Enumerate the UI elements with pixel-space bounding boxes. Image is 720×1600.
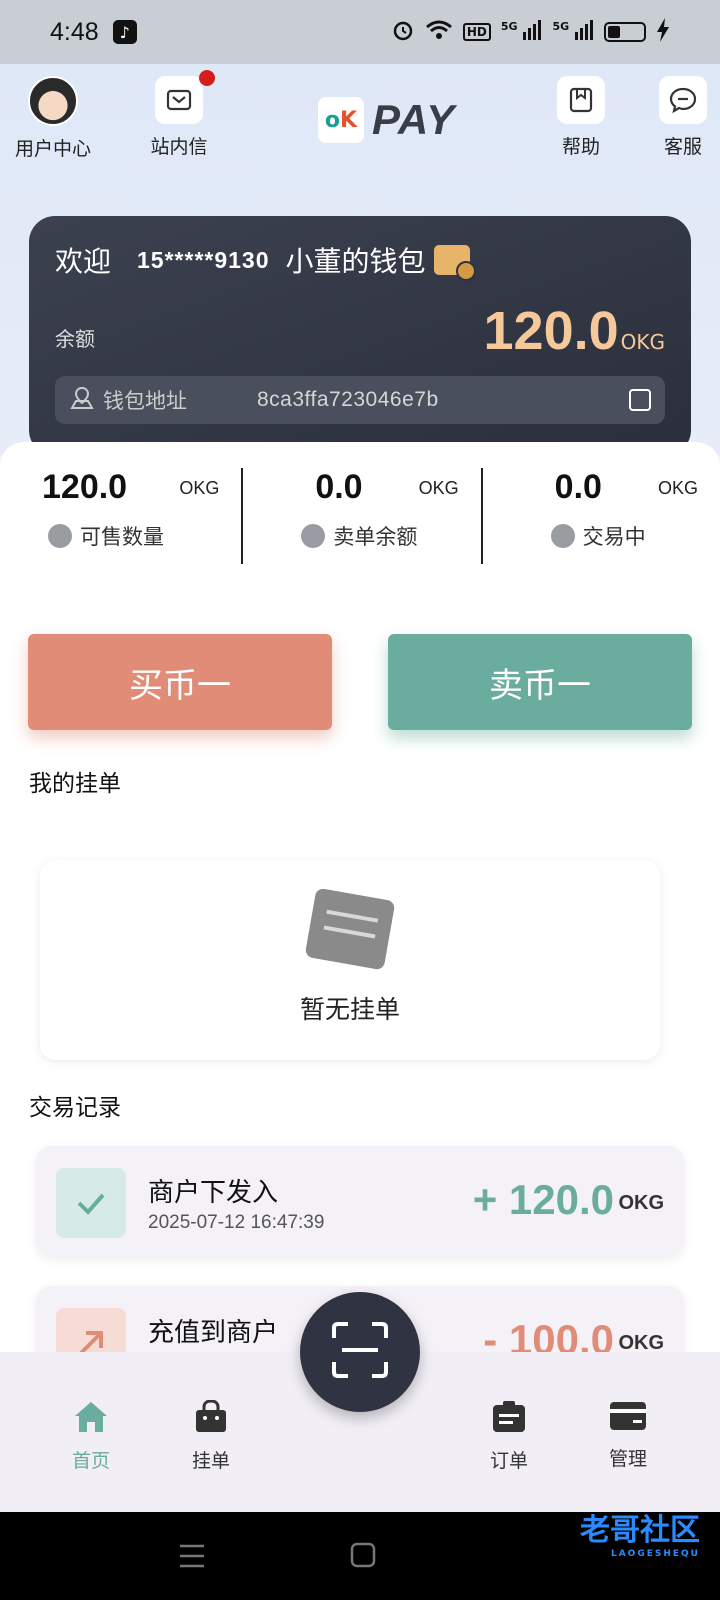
balance-unit: OKG <box>620 330 665 354</box>
menu-icon[interactable] <box>178 1542 206 1574</box>
stat-label: 卖单余额 <box>333 525 418 549</box>
trading-icon <box>550 524 575 548</box>
wallet-phone: 15*****9130 <box>137 246 270 273</box>
nav-orders-label: 订单 <box>489 1450 528 1472</box>
location-pin-icon <box>69 386 95 415</box>
help-label: 帮助 <box>561 136 600 158</box>
record-amount: + 120.0 <box>472 1176 614 1223</box>
welcome-text: 欢迎 <box>55 245 112 278</box>
help-button[interactable]: 帮助 <box>536 76 626 159</box>
sellable-icon <box>48 524 72 548</box>
stat-unit: OKG <box>418 478 459 498</box>
hd-icon: HD <box>462 23 491 41</box>
top-nav: 用户中心 站内信 oK PAY 帮助 客服 <box>0 70 720 166</box>
mail-icon <box>155 70 215 124</box>
verified-id-icon <box>433 245 476 281</box>
record-amount: - 100.0 <box>483 1316 614 1352</box>
empty-orders-card: 暂无挂单 <box>40 860 660 1060</box>
nav-home-label: 首页 <box>71 1450 110 1472</box>
record-unit: OKG <box>618 1332 664 1352</box>
sell-coin-button[interactable]: 卖币一 <box>388 634 692 730</box>
wallet-card: 欢迎 15*****9130 小董的钱包 余额 120.0 OKG 钱包地址 8c… <box>29 216 691 456</box>
chat-bubble-icon <box>659 76 707 124</box>
avatar <box>28 76 78 126</box>
nav-manage[interactable]: 管理 <box>588 1400 668 1471</box>
stat-label: 可售数量 <box>80 525 164 549</box>
nav-listing-label: 挂单 <box>191 1450 230 1472</box>
ok-logo-icon: oK <box>318 97 364 143</box>
nav-manage-label: 管理 <box>608 1448 647 1470</box>
record-time: 2025-07-12 16:47:39 <box>148 1212 325 1233</box>
support-label: 客服 <box>663 136 702 158</box>
balance-label: 余额 <box>55 327 95 351</box>
charging-icon <box>656 18 670 46</box>
status-bar: 4:48 ♪ HD 5G 5G <box>0 0 720 64</box>
arrow-up-right-icon <box>56 1308 126 1352</box>
tiktok-icon: ♪ <box>112 20 137 44</box>
stat-unit: OKG <box>657 478 698 498</box>
status-time: 4:48 <box>50 17 99 46</box>
unread-dot <box>199 70 215 86</box>
stat-unit: OKG <box>179 478 220 498</box>
empty-orders-text: 暂无挂单 <box>299 995 400 1024</box>
balance-amount: 120.0 <box>483 301 619 361</box>
battery-icon <box>604 22 646 42</box>
my-orders-title: 我的挂单 <box>29 771 121 797</box>
address-label: 钱包地址 <box>103 389 187 413</box>
home-square-icon[interactable] <box>350 1542 376 1572</box>
buy-coin-button[interactable]: 买币一 <box>28 634 332 730</box>
record-item[interactable]: 商户下发入 2025-07-12 16:47:39 + 120.0 OKG <box>36 1146 684 1256</box>
wallet-name: 小董的钱包 <box>285 245 426 278</box>
nav-listing[interactable]: 挂单 <box>171 1399 251 1473</box>
alarm-icon <box>391 18 415 46</box>
help-book-icon <box>557 76 605 124</box>
nav-orders[interactable]: 订单 <box>469 1400 549 1473</box>
document-icon <box>301 524 326 548</box>
main-sheet: 120.0 OKG 可售数量 0.0 OKG 卖单余额 0.0 OKG 交易中 … <box>0 442 720 1352</box>
watermark-text: 老哥社区 <box>580 1513 700 1548</box>
records-title: 交易记录 <box>29 1095 121 1121</box>
home-icon <box>73 1400 109 1438</box>
stat-sell-balance: 0.0 OKG 卖单余额 <box>241 468 480 568</box>
stats-row: 120.0 OKG 可售数量 0.0 OKG 卖单余额 0.0 OKG 交易中 <box>0 468 720 568</box>
copy-icon[interactable] <box>629 389 651 411</box>
record-title: 充值到商户 <box>148 1318 279 1348</box>
brand-logo: oK PAY <box>318 96 455 144</box>
signal-icon-2: 5G <box>552 20 594 44</box>
support-button[interactable]: 客服 <box>638 76 720 159</box>
stat-label: 交易中 <box>582 525 646 549</box>
signal-icon-1: 5G <box>501 20 543 44</box>
messages-button[interactable]: 站内信 <box>134 70 224 159</box>
check-icon <box>56 1168 126 1238</box>
wallet-address-bar: 钱包地址 8ca3ffa723046e7b <box>55 376 665 424</box>
status-icons: HD 5G 5G <box>391 18 670 46</box>
record-unit: OKG <box>618 1192 664 1214</box>
stat-trading: 0.0 OKG 交易中 <box>480 468 720 568</box>
messages-label: 站内信 <box>150 136 208 158</box>
scan-button[interactable] <box>300 1292 420 1412</box>
stat-sellable: 120.0 OKG 可售数量 <box>0 468 241 568</box>
user-center-label: 用户中心 <box>14 138 91 160</box>
watermark-subtext: LAOGESHEQU <box>610 1549 700 1559</box>
watermark-logo: 老哥社区 LAOGESHEQU <box>580 1505 700 1559</box>
card-icon <box>609 1400 647 1436</box>
wifi-icon <box>425 19 453 45</box>
user-center-button[interactable]: 用户中心 <box>8 76 98 161</box>
scan-icon <box>330 1320 390 1384</box>
empty-document-icon <box>304 887 396 971</box>
wallet-address: 8ca3ffa723046e7b <box>257 388 439 411</box>
record-title: 商户下发入 <box>148 1178 279 1208</box>
brand-text: PAY <box>372 96 456 143</box>
clipboard-icon <box>491 1400 527 1438</box>
nav-home[interactable]: 首页 <box>51 1400 131 1473</box>
shopping-bag-icon <box>193 1399 229 1438</box>
